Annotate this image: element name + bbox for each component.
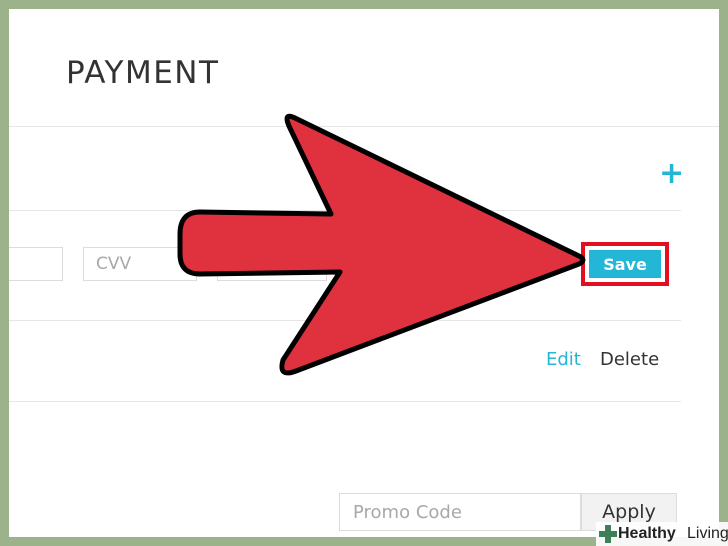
save-button[interactable]: Save (589, 250, 661, 278)
add-card-plus-icon[interactable]: + (659, 159, 684, 189)
health-cross-icon (599, 525, 617, 543)
watermark-brand-light: Living (687, 525, 728, 542)
page-title: PAYMENT (66, 55, 220, 91)
edit-link[interactable]: Edit (546, 349, 581, 370)
cvv-field[interactable] (83, 247, 197, 281)
promo-code-input[interactable] (339, 493, 581, 531)
delete-link[interactable]: Delete (600, 349, 659, 370)
watermark-brand-bold: Healthy (618, 525, 676, 542)
divider (9, 320, 681, 321)
divider (9, 210, 681, 211)
divider (9, 126, 719, 127)
payment-page: PAYMENT + Save Edit Delete Apply (9, 9, 719, 537)
watermark: Healthy Living (596, 522, 728, 546)
zip-field[interactable] (217, 247, 327, 281)
save-highlight-box: Save (581, 242, 669, 286)
divider (9, 401, 681, 402)
card-number-field[interactable] (9, 247, 63, 281)
